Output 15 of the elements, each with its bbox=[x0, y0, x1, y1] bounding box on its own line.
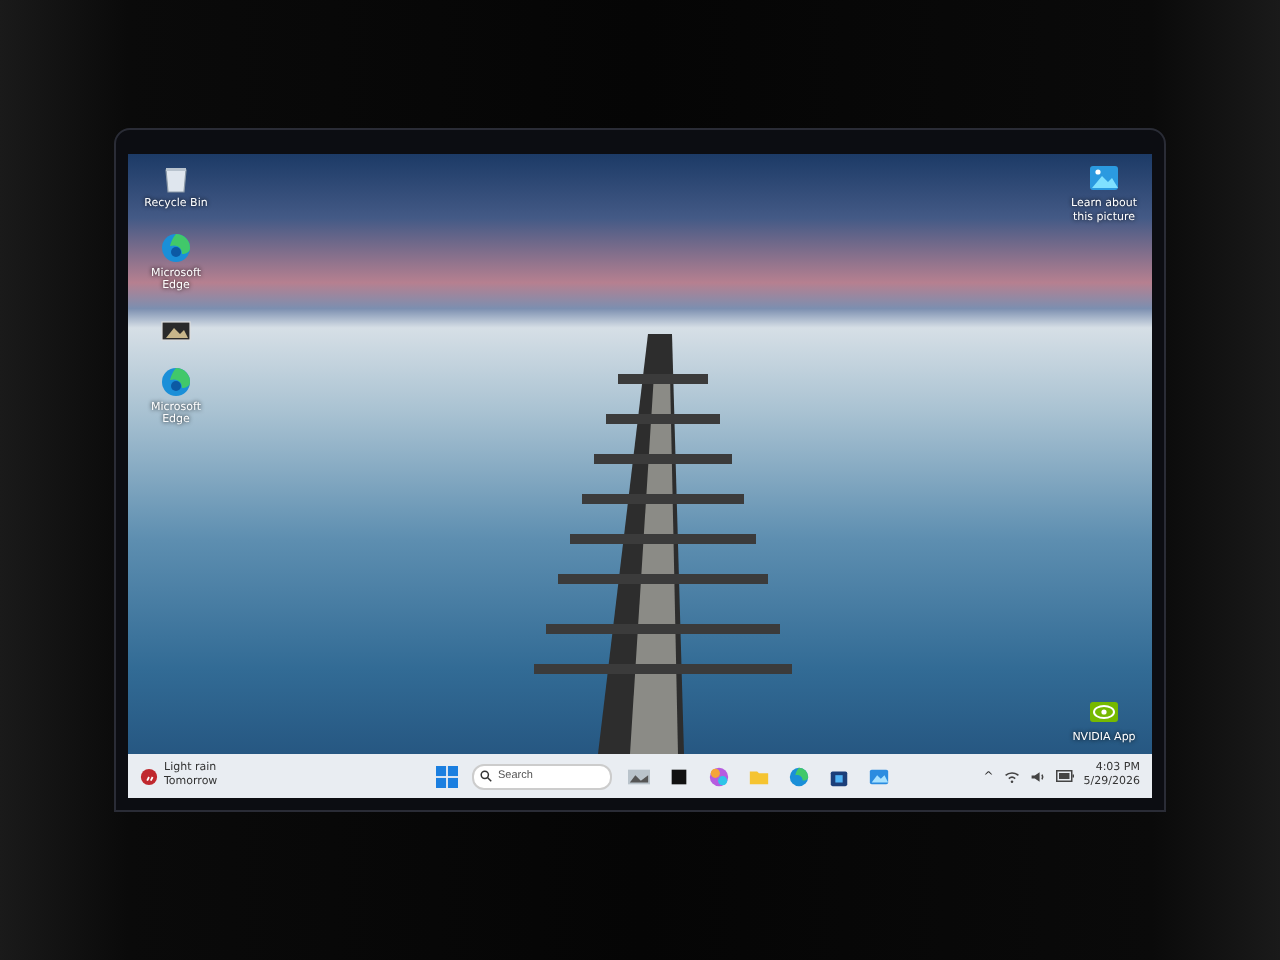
recycle-bin-icon bbox=[160, 162, 192, 194]
picture-icon bbox=[1088, 162, 1120, 194]
windows-logo-icon bbox=[435, 765, 457, 787]
battery-icon[interactable] bbox=[1055, 770, 1074, 782]
photos-icon bbox=[867, 765, 889, 787]
edge-icon bbox=[787, 765, 809, 787]
news-thumbnail-icon bbox=[627, 765, 649, 787]
start-button[interactable] bbox=[432, 762, 460, 790]
app-square-icon bbox=[667, 765, 689, 787]
rain-icon bbox=[140, 767, 158, 785]
wifi-icon[interactable] bbox=[1003, 769, 1020, 783]
speaker-icon[interactable] bbox=[1029, 769, 1046, 783]
edge-icon bbox=[160, 365, 192, 398]
edge-icon bbox=[160, 231, 192, 264]
copilot-icon bbox=[707, 765, 729, 787]
